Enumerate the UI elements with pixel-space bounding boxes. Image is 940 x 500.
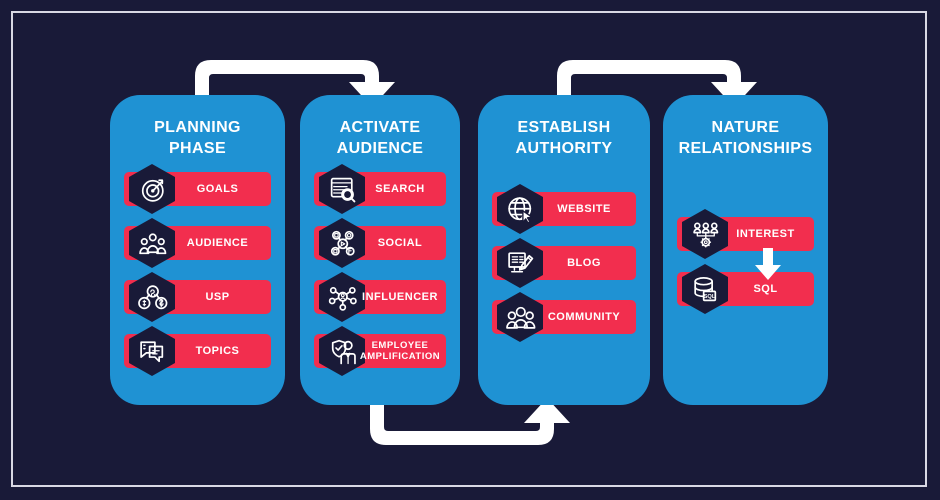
row-label: EMPLOYEE AMPLIFICATION	[359, 340, 441, 362]
row-label: GOALS	[196, 182, 239, 195]
column-nature-relationships: NATURE RELATIONSHIPS INTEREST SQL SQL	[663, 95, 828, 405]
column-activate-audience: ACTIVATE AUDIENCE SEARCH SOCIAL INFLUENC…	[300, 95, 460, 405]
row-list-planning-phase: GOALS AUDIENCE USP TOPICS	[110, 95, 285, 405]
row-list-nature-relationships: INTEREST SQL SQL	[663, 95, 828, 405]
row-website[interactable]: WEBSITE	[492, 184, 636, 234]
row-blog[interactable]: BLOG	[492, 238, 636, 288]
row-list-establish-authority: WEBSITE BLOG COMMUNITY	[478, 95, 650, 405]
row-search[interactable]: SEARCH	[314, 164, 446, 214]
row-label: BLOG	[567, 256, 601, 269]
row-interest[interactable]: INTEREST	[677, 209, 814, 259]
row-audience[interactable]: AUDIENCE	[124, 218, 271, 268]
row-list-activate-audience: SEARCH SOCIAL INFLUENCER EMPLOYEE AMPLIF…	[300, 95, 460, 405]
row-label: SOCIAL	[377, 236, 423, 249]
column-establish-authority: ESTABLISH AUTHORITY WEBSITE BLOG COMMUNI…	[478, 95, 650, 405]
row-topics[interactable]: TOPICS	[124, 326, 271, 376]
row-label: WEBSITE	[557, 202, 611, 215]
row-label: AUDIENCE	[186, 236, 249, 249]
row-label: TOPICS	[195, 344, 240, 357]
row-goals[interactable]: GOALS	[124, 164, 271, 214]
row-label: INFLUENCER	[362, 290, 438, 303]
row-label: SEARCH	[375, 182, 425, 195]
row-sql[interactable]: SQL SQL	[677, 264, 814, 314]
row-usp[interactable]: USP	[124, 272, 271, 322]
row-label: INTEREST	[736, 227, 795, 240]
row-label: COMMUNITY	[547, 310, 621, 323]
row-employee-amplification[interactable]: EMPLOYEE AMPLIFICATION	[314, 326, 446, 376]
row-community[interactable]: COMMUNITY	[492, 292, 636, 342]
row-social[interactable]: SOCIAL	[314, 218, 446, 268]
column-planning-phase: PLANNING PHASE GOALS AUDIENCE USP TOPICS	[110, 95, 285, 405]
infographic-canvas: PLANNING PHASE GOALS AUDIENCE USP TOPICS…	[0, 0, 940, 500]
down-arrow-interest-to-sql	[755, 248, 781, 280]
svg-text:SQL: SQL	[704, 294, 716, 300]
row-label: USP	[205, 290, 230, 303]
row-influencer[interactable]: INFLUENCER	[314, 272, 446, 322]
